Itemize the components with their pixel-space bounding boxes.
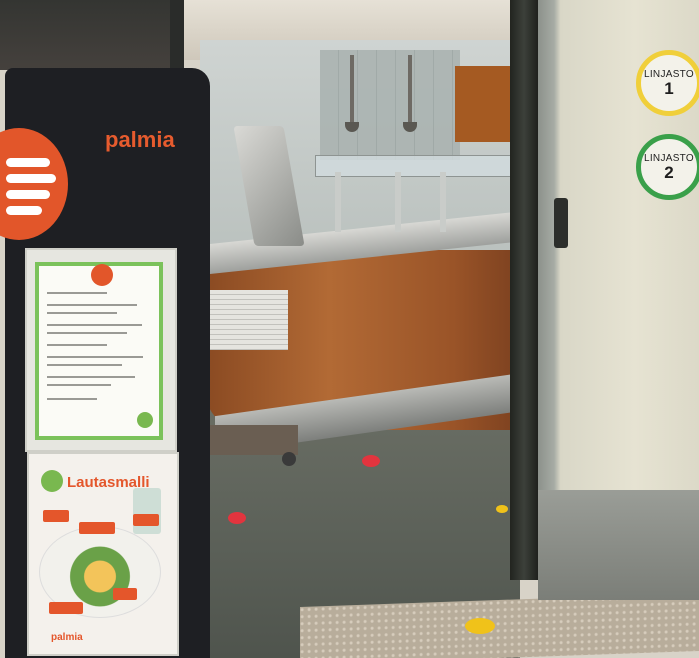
door-frame [510,0,538,580]
menu-logo-icon [91,264,113,286]
cafeteria-entrance-photo: LINJASTO 1 LINJASTO 2 palmia Lautasmalli… [0,0,699,658]
portion-tag [79,522,115,534]
portion-tag [133,514,159,526]
pendant-lamp [408,55,412,125]
portion-tag [113,588,137,600]
guard-post [440,172,446,232]
door-handle [554,198,568,248]
window-glass [0,0,170,70]
line-sign-number: 1 [664,78,674,98]
portion-tag [49,602,83,614]
drink-glass [133,488,161,534]
floor-distance-dot [362,455,380,467]
menu-sheet [35,262,163,440]
wood-panel [455,66,510,142]
line-sign-label: LINJASTO [643,68,694,80]
floor-distance-dot [465,618,495,634]
sneeze-guard [315,155,512,177]
door-kick-plate [538,490,699,600]
line-sign-1: LINJASTO 1 [636,50,699,116]
pendant-lamp [350,55,354,125]
portion-tag [43,510,69,522]
line-sign-number: 2 [664,162,674,182]
plate-model-poster: Lautasmalli palmia [27,452,179,656]
tiled-wall [320,50,460,160]
line-sign-2: LINJASTO 2 [636,134,699,200]
guard-post [395,172,401,232]
trolley-wheel [282,452,296,466]
poster-brand: palmia [51,632,83,643]
brand-name: palmia [105,127,175,152]
poster-badge-icon [41,470,63,492]
guard-post [335,172,341,232]
trolley [208,425,298,455]
line-sign-label: LINJASTO [643,152,694,164]
floor-distance-dot [496,505,508,513]
tray-stack [206,290,288,350]
floor-distance-dot [228,512,246,524]
menu-poster [25,248,177,452]
menu-stamp-icon [137,412,153,428]
